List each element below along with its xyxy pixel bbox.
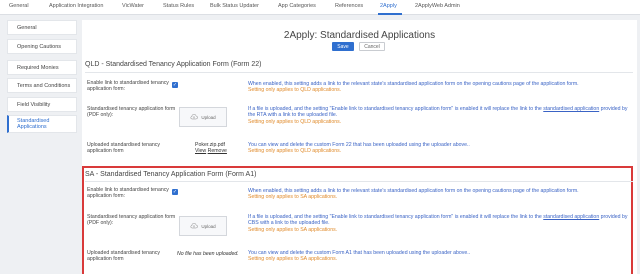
- qld-section-title: QLD - Standardised Tenancy Application F…: [85, 61, 262, 68]
- tab-bulk-status-updater[interactable]: Bulk Status Updater: [210, 3, 259, 9]
- qld-enable-checkbox[interactable]: ✓: [172, 82, 178, 88]
- upload-label: Upload: [201, 114, 216, 120]
- top-nav: General Application Integration VicWater…: [0, 0, 640, 15]
- qld-uploaded-label: Uploaded standardised tenancy applicatio…: [87, 142, 160, 155]
- sa-no-file-message: No file has been uploaded.: [177, 251, 239, 257]
- upload-label: Upload: [201, 223, 216, 229]
- sa-uploaded-description: You can view and delete the custom Form …: [248, 250, 628, 263]
- tab-2apply[interactable]: 2Apply: [380, 3, 397, 9]
- sa-pdf-note: Setting only applies to SA applications.: [248, 226, 338, 233]
- view-file-link[interactable]: View: [195, 148, 206, 154]
- save-button[interactable]: Save: [332, 42, 354, 51]
- remove-file-link[interactable]: Remove: [208, 148, 227, 154]
- sa-enable-desc-text: When enabled, this setting adds a link t…: [248, 188, 579, 194]
- tab-2applyweb-admin[interactable]: 2ApplyWeb Admin: [415, 3, 460, 9]
- qld-enable-note: Setting only applies to QLD applications…: [248, 87, 342, 94]
- sa-enable-note: Setting only applies to SA applications.: [248, 194, 338, 201]
- file-actions: View Remove: [195, 148, 227, 154]
- tab-status-rules[interactable]: Status Rules: [163, 3, 194, 9]
- sidebar-item-standardised-applications[interactable]: Standardised Applications: [7, 115, 77, 133]
- sidebar-item-general[interactable]: General: [7, 20, 77, 35]
- qld-enable-desc-text: When enabled, this setting adds a link t…: [248, 81, 579, 87]
- sa-uploaded-label: Uploaded standardised tenancy applicatio…: [87, 250, 160, 263]
- sa-section-title: SA - Standardised Tenancy Application Fo…: [85, 171, 257, 178]
- tab-references[interactable]: References: [335, 3, 363, 9]
- sidebar-item-label: General: [17, 24, 37, 31]
- tab-application-integration[interactable]: Application Integration: [49, 3, 103, 9]
- qld-standardised-application-link[interactable]: standardised application: [543, 106, 599, 112]
- qld-uploaded-note: Setting only applies to QLD applications…: [248, 148, 342, 155]
- cancel-button[interactable]: Cancel: [359, 42, 385, 51]
- qld-pdf-label: Standardised tenancy application form (P…: [87, 106, 176, 119]
- sidebar-item-label: Field Visibility: [17, 101, 51, 108]
- sa-standardised-application-link[interactable]: standardised application: [543, 214, 599, 220]
- sa-pdf-description: If a file is uploaded, and the setting "…: [248, 214, 628, 233]
- tab-app-categories[interactable]: App Categories: [278, 3, 316, 9]
- qld-uploaded-file: Poker.zip.pdf View Remove: [195, 142, 227, 155]
- tab-vicwater[interactable]: VicWater: [122, 3, 144, 9]
- sidebar-item-required-monies[interactable]: Required Monies: [7, 60, 77, 75]
- qld-pdf-note: Setting only applies to QLD applications…: [248, 118, 342, 125]
- cloud-upload-icon: [190, 223, 199, 229]
- sidebar-item-terms-and-conditions[interactable]: Terms and Conditions: [7, 78, 77, 93]
- sidebar-item-label: Required Monies: [17, 64, 59, 71]
- sa-enable-label: Enable link to standardised tenancy appl…: [87, 187, 169, 200]
- main-panel: 2Apply: Standardised Applications Save C…: [82, 20, 637, 274]
- sidebar-item-label: Standardised Applications: [17, 117, 50, 131]
- sidebar-item-field-visibility[interactable]: Field Visibility: [7, 97, 77, 112]
- sidebar-item-opening-cautions[interactable]: Opening Cautions: [7, 39, 77, 54]
- qld-enable-description: When enabled, this setting adds a link t…: [248, 81, 628, 94]
- sa-enable-description: When enabled, this setting adds a link t…: [248, 188, 628, 201]
- page-title: 2Apply: Standardised Applications: [283, 30, 436, 41]
- sa-uploaded-note: Setting only applies to SA applications.: [248, 256, 338, 263]
- sa-upload-dropzone[interactable]: Upload: [179, 216, 227, 236]
- sa-pdf-label: Standardised tenancy application form (P…: [87, 214, 176, 227]
- sa-pdf-desc-text: If a file is uploaded, and the setting "…: [248, 214, 542, 220]
- active-tab-indicator: [378, 13, 402, 15]
- qld-upload-dropzone[interactable]: Upload: [179, 107, 227, 127]
- qld-pdf-description: If a file is uploaded, and the setting "…: [248, 106, 628, 125]
- sidebar-item-label: Opening Cautions: [17, 43, 62, 50]
- sidebar: General Opening Cautions Required Monies…: [7, 20, 77, 270]
- qld-enable-label: Enable link to standardised tenancy appl…: [87, 80, 169, 93]
- sa-uploaded-desc-text: You can view and delete the custom Form …: [248, 250, 471, 256]
- qld-uploaded-desc-text: You can view and delete the custom Form …: [248, 142, 470, 148]
- qld-uploaded-description: You can view and delete the custom Form …: [248, 142, 628, 155]
- section-divider: [85, 72, 633, 73]
- section-divider: [85, 181, 633, 182]
- cloud-upload-icon: [190, 114, 199, 120]
- tab-general[interactable]: General: [9, 3, 29, 9]
- qld-pdf-desc-text: If a file is uploaded, and the setting "…: [248, 106, 542, 112]
- sa-enable-checkbox[interactable]: ✓: [172, 189, 178, 195]
- sidebar-item-label: Terms and Conditions: [17, 82, 71, 89]
